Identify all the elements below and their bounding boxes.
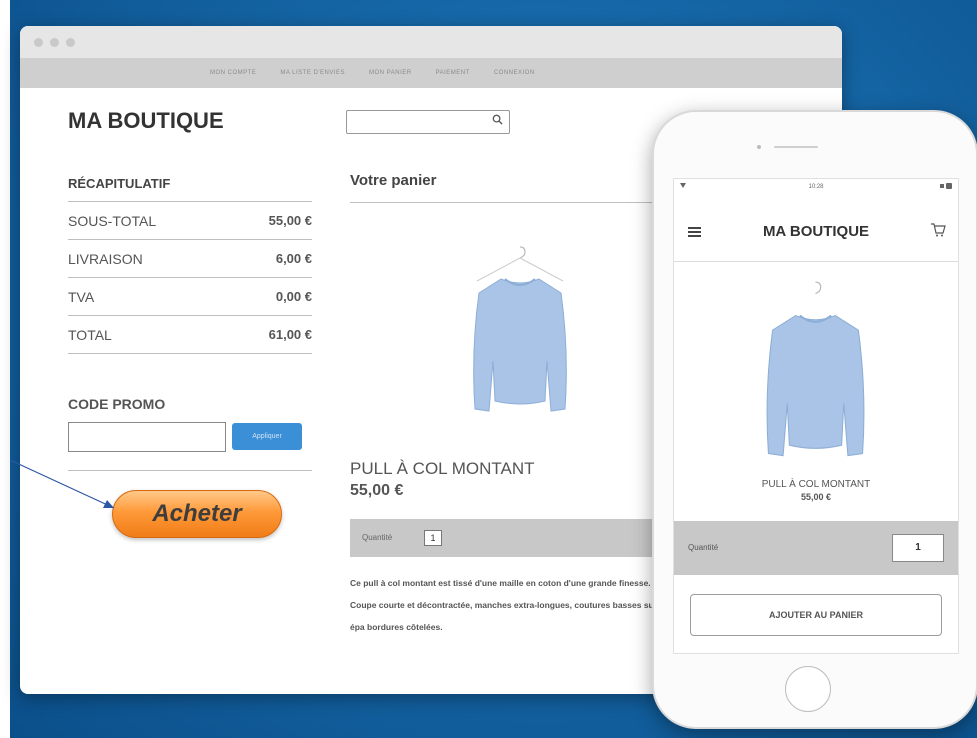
summary-value: 6,00 € bbox=[275, 251, 312, 266]
window-dot[interactable] bbox=[50, 38, 59, 47]
product-price: 55,00 € bbox=[350, 482, 404, 499]
nav-item-wishlist[interactable]: MA LISTE D'ENVIES bbox=[280, 70, 345, 76]
quantity-input[interactable]: 1 bbox=[892, 534, 944, 562]
apply-promo-button[interactable]: Appliquer bbox=[232, 423, 302, 450]
nav-item-payment[interactable]: PAIEMENT bbox=[436, 70, 470, 76]
mobile-product-name: PULL À COL MONTANT bbox=[761, 479, 871, 490]
quantity-label: Quantité bbox=[362, 533, 393, 542]
quantity-input[interactable]: 1 bbox=[424, 530, 442, 546]
mobile-quantity-bar: Quantité 1 bbox=[674, 521, 958, 575]
site-brand[interactable]: MA BOUTIQUE bbox=[68, 108, 224, 134]
divider bbox=[68, 470, 312, 471]
buy-button[interactable]: Acheter bbox=[112, 490, 282, 538]
summary-value: 61,00 € bbox=[268, 327, 312, 342]
quantity-label: Quantité bbox=[688, 543, 719, 552]
promo-code-input[interactable] bbox=[68, 422, 226, 452]
quantity-bar: Quantité 1 bbox=[350, 519, 680, 557]
cart-icon[interactable] bbox=[930, 223, 946, 240]
summary-row: TVA 0,00 € bbox=[68, 277, 312, 315]
summary-row: SOUS-TOTAL 55,00 € bbox=[68, 201, 312, 239]
speaker-grille bbox=[774, 146, 818, 148]
battery-icon bbox=[940, 183, 952, 191]
summary-title: RÉCAPITULATIF bbox=[68, 176, 171, 191]
summary-table: SOUS-TOTAL 55,00 € LIVRAISON 6,00 € TVA … bbox=[68, 201, 312, 354]
mobile-brand[interactable]: MA BOUTIQUE bbox=[674, 223, 958, 240]
nav-item-login[interactable]: CONNEXION bbox=[494, 70, 535, 76]
summary-value: 0,00 € bbox=[275, 289, 312, 304]
phone-screen: 10:28 MA BOUTIQUE PULL À COL MONTANT 55,… bbox=[673, 178, 959, 654]
summary-label: TVA bbox=[68, 288, 95, 305]
status-time: 10:28 bbox=[808, 184, 824, 190]
summary-label: TOTAL bbox=[68, 326, 112, 343]
home-button[interactable] bbox=[785, 666, 831, 712]
summary-divider bbox=[68, 353, 312, 354]
sweater-image bbox=[473, 246, 567, 412]
top-nav: MON COMPTE MA LISTE D'ENVIES MON PANIER … bbox=[20, 58, 842, 88]
status-bar: 10:28 bbox=[674, 179, 958, 197]
window-dot[interactable] bbox=[34, 38, 43, 47]
camera-icon bbox=[757, 145, 761, 149]
cart-title: Votre panier bbox=[350, 172, 437, 189]
nav-item-account[interactable]: MON COMPTE bbox=[210, 70, 256, 76]
add-to-cart-button[interactable]: AJOUTER AU PANIER bbox=[690, 594, 942, 636]
mobile-header: MA BOUTIQUE bbox=[674, 203, 958, 262]
window-dot[interactable] bbox=[66, 38, 75, 47]
summary-value: 55,00 € bbox=[268, 213, 312, 228]
search-icon[interactable] bbox=[492, 114, 503, 128]
summary-row: LIVRAISON 6,00 € bbox=[68, 239, 312, 277]
summary-label: LIVRAISON bbox=[68, 250, 143, 267]
summary-row: TOTAL 61,00 € bbox=[68, 315, 312, 353]
promo-label: CODE PROMO bbox=[68, 396, 166, 412]
phone-mockup: 10:28 MA BOUTIQUE PULL À COL MONTANT 55,… bbox=[652, 110, 977, 729]
mobile-product-price: 55,00 € bbox=[800, 492, 832, 502]
product-name: PULL À COL MONTANT bbox=[350, 459, 535, 478]
search-input[interactable] bbox=[346, 110, 510, 134]
browser-titlebar bbox=[20, 26, 842, 58]
sweater-image bbox=[766, 281, 865, 457]
nav-item-cart[interactable]: MON PANIER bbox=[369, 70, 412, 76]
divider bbox=[350, 202, 680, 203]
product-description: Ce pull à col montant est tissé d'une ma… bbox=[350, 578, 672, 632]
summary-label: SOUS-TOTAL bbox=[68, 212, 157, 229]
